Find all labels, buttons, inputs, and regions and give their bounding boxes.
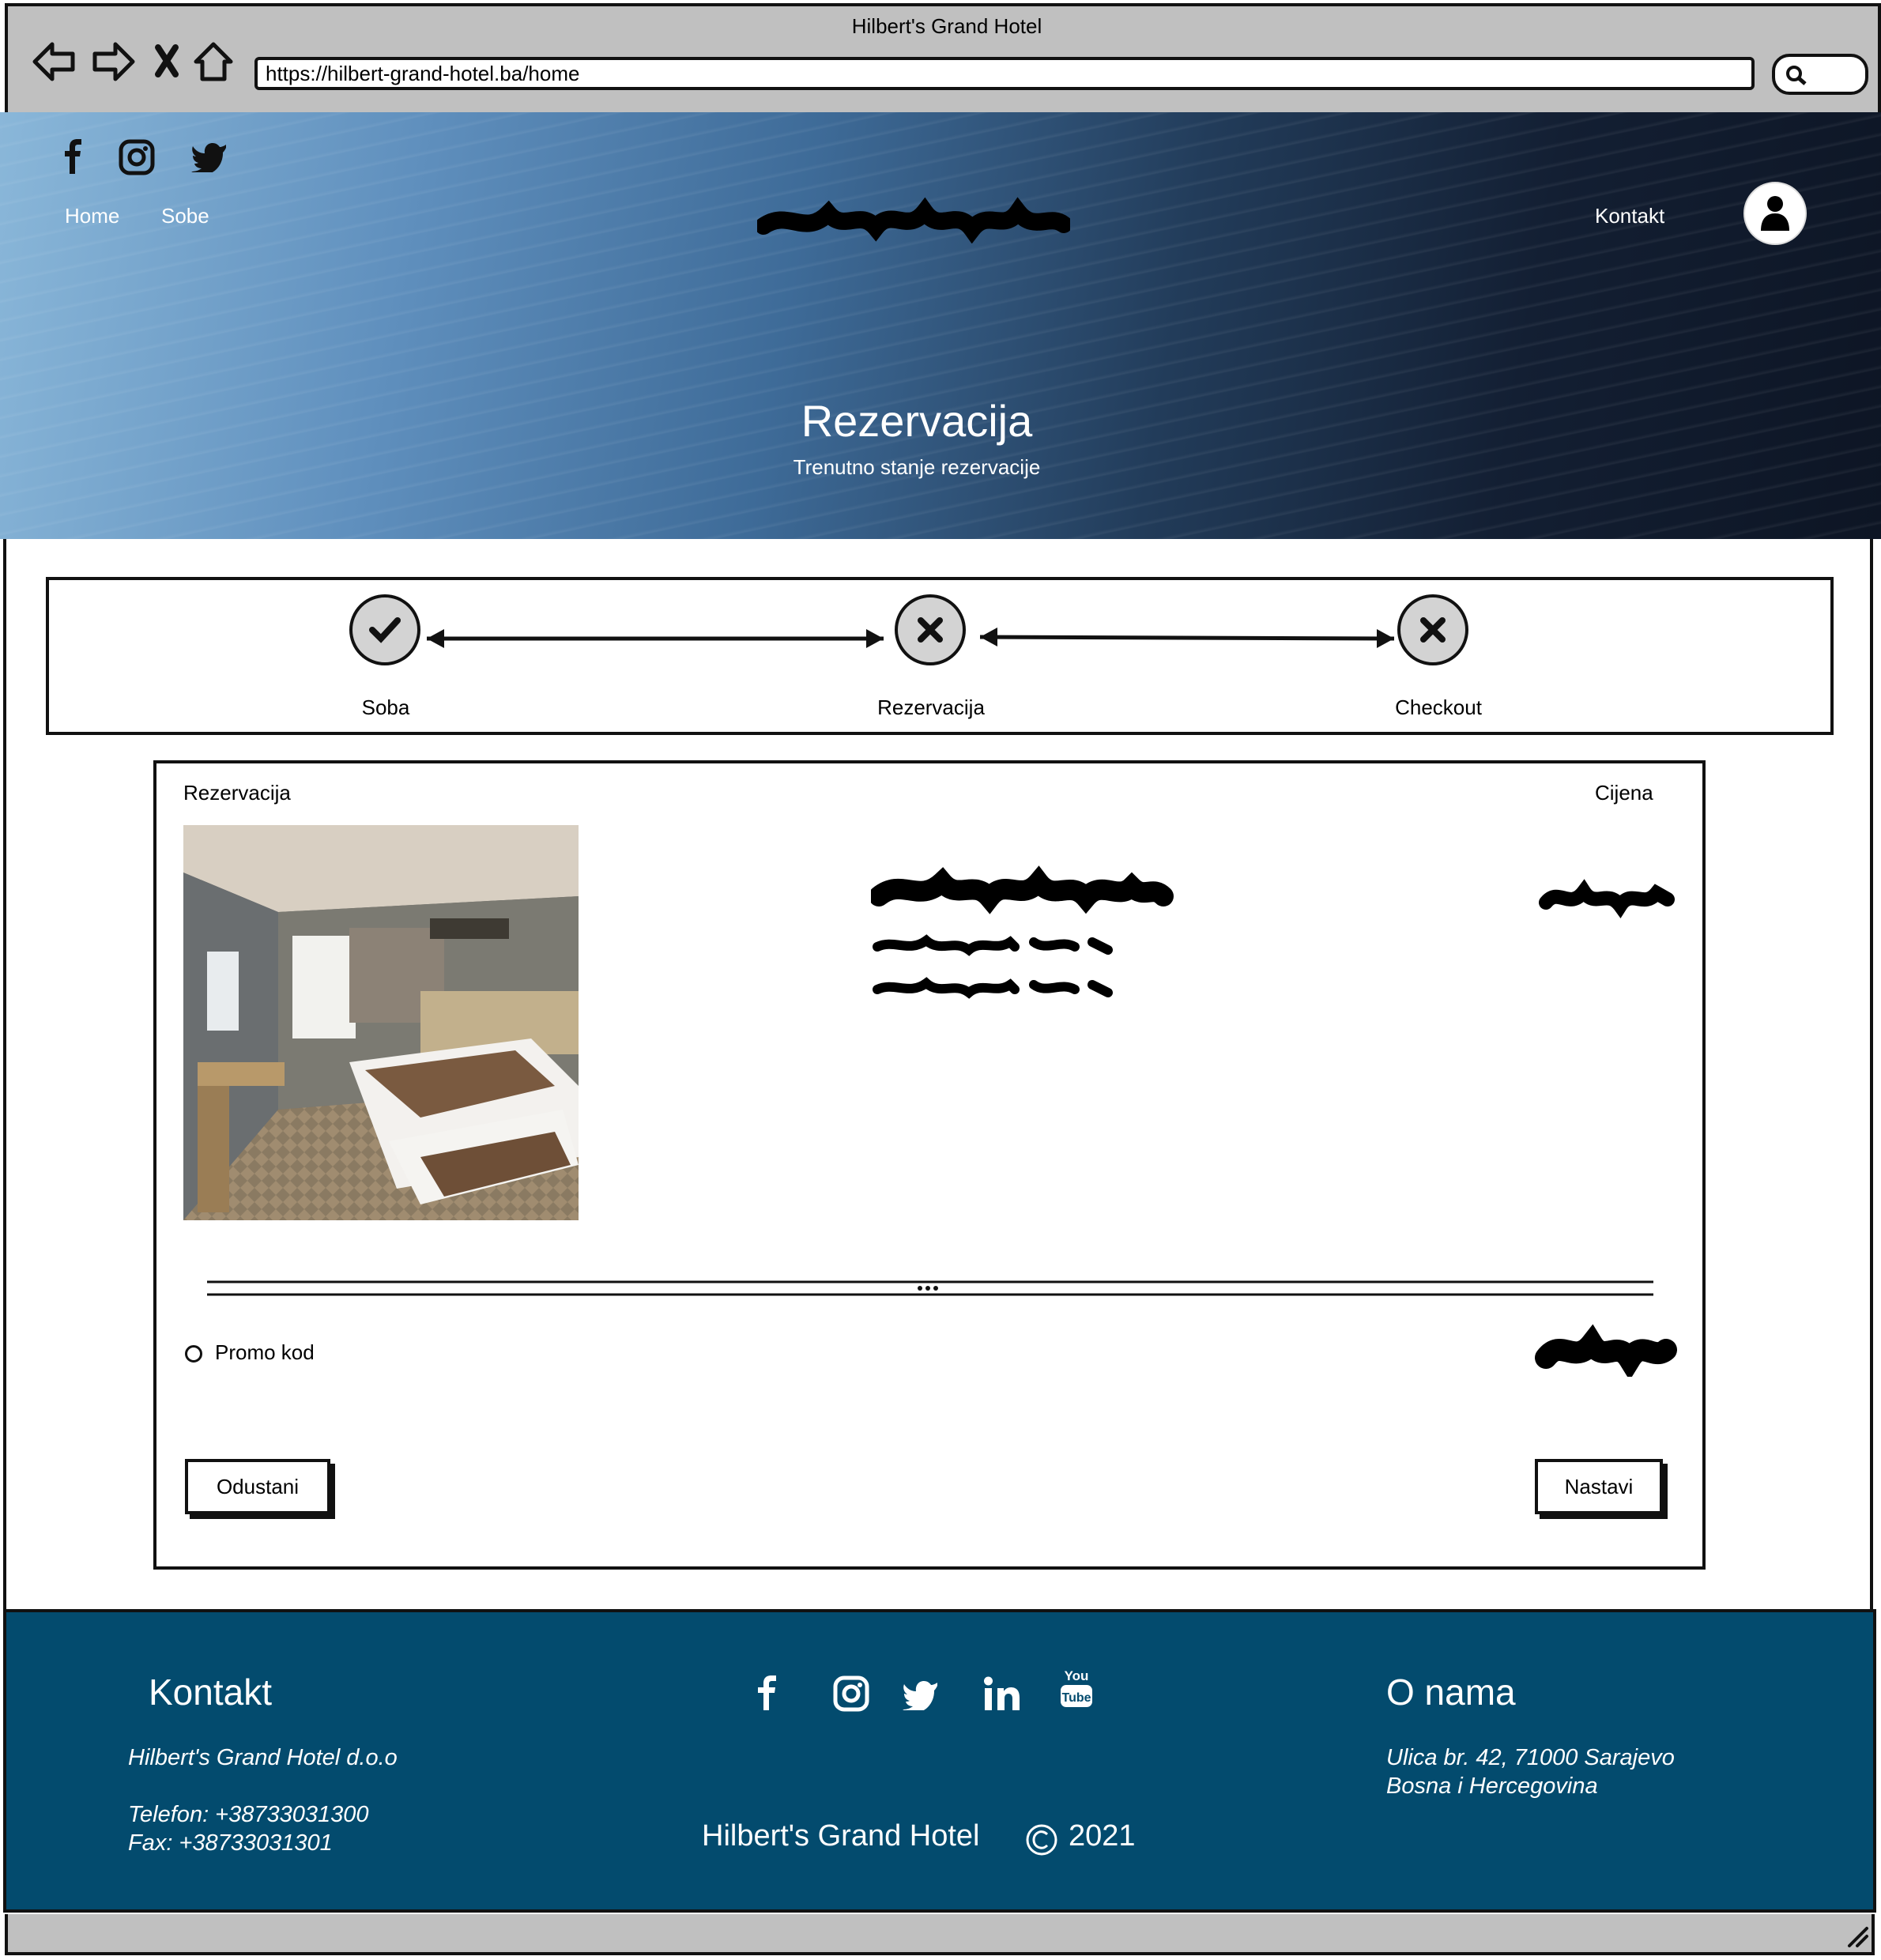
nav-home[interactable]: Home — [65, 204, 119, 228]
twitter-icon[interactable] — [191, 141, 228, 172]
nav-kontakt[interactable]: Kontakt — [1595, 204, 1664, 228]
promo-radio[interactable] — [185, 1345, 202, 1363]
svg-text:You: You — [1065, 1668, 1089, 1683]
step-label-checkout: Checkout — [1395, 695, 1482, 719]
total-price-scribble — [1535, 1324, 1677, 1377]
address-bar[interactable]: https://hilbert-grand-hotel.ba/home — [254, 57, 1755, 90]
footer: Kontakt Hilbert's Grand Hotel d.o.o Tele… — [3, 1609, 1876, 1913]
page-title: Rezervacija — [801, 396, 1033, 446]
cancel-button[interactable]: Odustani — [185, 1459, 330, 1514]
footer-address-line2: Bosna i Hercegovina — [1386, 1773, 1598, 1799]
user-avatar-button[interactable] — [1743, 182, 1807, 245]
step-checkout-indicator[interactable] — [1397, 594, 1468, 665]
search-icon — [1786, 66, 1807, 85]
instagram-icon[interactable] — [833, 1675, 869, 1712]
linkedin-icon[interactable] — [983, 1675, 1021, 1712]
browser-window: Hilbert's Grand Hotel https://hilbert-gr… — [0, 0, 1881, 1960]
step-rezervacija-indicator[interactable] — [895, 594, 966, 665]
copyright-icon — [1026, 1824, 1057, 1856]
footer-about-title: O nama — [1386, 1672, 1516, 1713]
continue-button[interactable]: Nastavi — [1535, 1459, 1663, 1514]
footer-fax: Fax: +38733031301 — [128, 1830, 333, 1856]
facebook-icon[interactable] — [62, 136, 85, 175]
browser-status-bar — [5, 1914, 1875, 1955]
footer-company: Hilbert's Grand Hotel d.o.o — [128, 1745, 398, 1770]
user-icon — [1761, 196, 1789, 231]
twitter-icon[interactable] — [903, 1679, 939, 1710]
step-label-soba: Soba — [361, 695, 410, 719]
step-soba-indicator[interactable] — [349, 594, 420, 665]
check-icon — [369, 617, 401, 643]
hero-header: Home Sobe Kontakt Rezervacija Trenutno s… — [0, 112, 1881, 539]
room-photo — [183, 825, 579, 1220]
reservation-card: Rezervacija Cijena Promo kod Odustani Na… — [153, 760, 1706, 1570]
column-header-cijena: Cijena — [1595, 781, 1653, 805]
reservation-details-scribble — [871, 865, 1174, 999]
x-icon — [1420, 617, 1446, 643]
youtube-icon[interactable]: You Tube — [1059, 1666, 1094, 1710]
instagram-icon[interactable] — [119, 139, 155, 175]
footer-kontakt-title: Kontakt — [149, 1672, 272, 1713]
window-title: Hilbert's Grand Hotel — [851, 14, 1042, 38]
nav-sobe[interactable]: Sobe — [161, 204, 209, 228]
resize-handle-icon[interactable] — [1846, 1925, 1870, 1949]
home-icon[interactable] — [194, 42, 233, 81]
browser-search[interactable] — [1772, 54, 1868, 95]
facebook-icon[interactable] — [754, 1672, 781, 1712]
section-divider — [207, 1280, 1653, 1296]
stop-icon[interactable] — [155, 44, 179, 77]
promo-label: Promo kod — [215, 1340, 315, 1364]
page-subtitle: Trenutno stanje rezervacije — [793, 455, 1041, 479]
column-header-rezervacija: Rezervacija — [183, 781, 291, 805]
step-label-rezervacija: Rezervacija — [877, 695, 985, 719]
browser-toolbar: Hilbert's Grand Hotel https://hilbert-gr… — [5, 3, 1881, 114]
back-icon[interactable] — [32, 42, 75, 81]
footer-copyright-year: 2021 — [1069, 1819, 1136, 1853]
logo-scribble — [757, 197, 1070, 243]
nav-controls — [32, 42, 233, 81]
price-scribble — [1539, 879, 1675, 918]
svg-text:Tube: Tube — [1061, 1691, 1091, 1705]
x-icon — [918, 617, 943, 643]
footer-address-line1: Ulica br. 42, 71000 Sarajevo — [1386, 1745, 1675, 1770]
footer-copyright-name: Hilbert's Grand Hotel — [702, 1819, 980, 1853]
progress-stepper: Soba Rezervacija Checkout — [46, 577, 1834, 735]
footer-phone: Telefon: +38733031300 — [128, 1802, 369, 1827]
forward-icon[interactable] — [92, 42, 135, 81]
